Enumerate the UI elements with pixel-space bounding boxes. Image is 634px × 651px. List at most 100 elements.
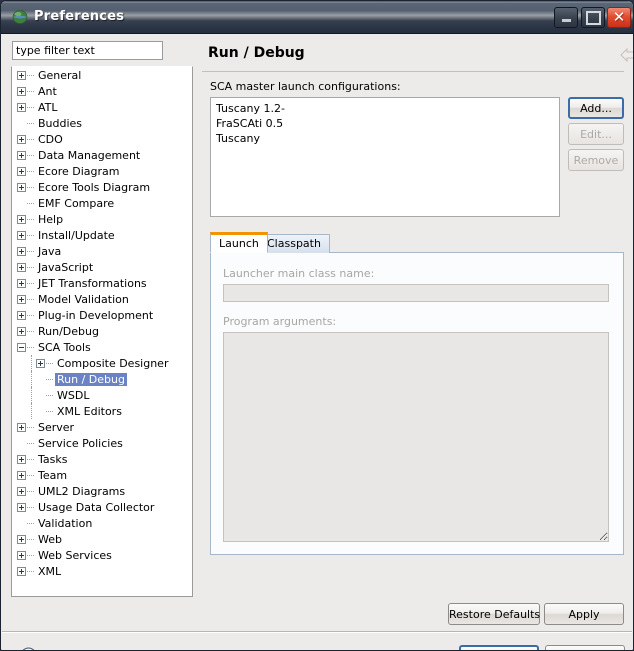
expand-plus-icon[interactable]: [17, 166, 26, 176]
launcher-main-class-input: [223, 284, 609, 302]
question-mark-icon[interactable]: ?: [20, 647, 37, 650]
dialog-body: General Ant ATL Buddies CDO Data Management Ec…: [2, 35, 633, 650]
tree-item-usage-data-collector[interactable]: Usage Data Collector: [12, 499, 192, 515]
eclipse-globe-icon: [12, 9, 28, 25]
expand-plus-icon[interactable]: [17, 134, 26, 144]
tree-item-data-management[interactable]: Data Management: [12, 147, 192, 163]
expand-plus-icon[interactable]: [17, 70, 26, 80]
list-item[interactable]: FraSCAti 0.5: [211, 116, 559, 131]
tree-item-composite-designer[interactable]: Composite Designer: [12, 355, 192, 371]
cancel-button[interactable]: Cancel: [545, 645, 625, 650]
tree-item-javascript[interactable]: JavaScript: [12, 259, 192, 275]
tree-connector: [27, 490, 34, 492]
expand-plus-icon[interactable]: [17, 230, 26, 240]
tree-scroll-area[interactable]: General Ant ATL Buddies CDO Data Management Ec…: [12, 67, 192, 596]
expand-plus-icon[interactable]: [17, 470, 26, 480]
expand-plus-icon[interactable]: [17, 486, 26, 496]
minimize-icon: [555, 8, 577, 27]
tree-item-server[interactable]: Server: [12, 419, 192, 435]
tree-connector: [27, 218, 34, 220]
tree-item-label: Ecore Tools Diagram: [38, 180, 151, 194]
tree-item-ant[interactable]: Ant: [12, 83, 192, 99]
title-bar[interactable]: Preferences ✕: [1, 1, 633, 34]
filter-input[interactable]: [12, 41, 163, 60]
tree-item-service-policies[interactable]: Service Policies: [12, 435, 192, 451]
list-item[interactable]: Tuscany: [211, 131, 559, 146]
tree-item-label: XML: [38, 564, 62, 578]
expand-plus-icon[interactable]: [17, 102, 26, 112]
maximize-button[interactable]: [581, 7, 605, 28]
tree-item-jet-transformations[interactable]: JET Transformations: [12, 275, 192, 291]
tree-item-run-debug[interactable]: Run/Debug: [12, 323, 192, 339]
tree-connector: [27, 554, 34, 556]
expand-plus-icon[interactable]: [17, 422, 26, 432]
expand-plus-icon[interactable]: [17, 502, 26, 512]
tree-item-model-validation[interactable]: Model Validation: [12, 291, 192, 307]
tab-classpath[interactable]: Classpath: [258, 234, 330, 253]
expand-plus-icon[interactable]: [17, 150, 26, 160]
expand-plus-icon[interactable]: [17, 566, 26, 576]
expand-plus-icon[interactable]: [17, 534, 26, 544]
launcher-main-class-label: Launcher main class name:: [223, 267, 375, 280]
tree-item-cdo[interactable]: CDO: [12, 131, 192, 147]
expand-plus-icon[interactable]: [17, 214, 26, 224]
tree-connector: [27, 442, 34, 444]
tree-item-validation[interactable]: Validation: [12, 515, 192, 531]
tree-item-ecore-tools-diagram[interactable]: Ecore Tools Diagram: [12, 179, 192, 195]
tree-item-emf-compare[interactable]: EMF Compare: [12, 195, 192, 211]
expand-plus-icon[interactable]: [17, 294, 26, 304]
section-label: SCA master launch configurations:: [210, 80, 401, 93]
tree-item-general[interactable]: General: [12, 67, 192, 83]
tree-item-java[interactable]: Java: [12, 243, 192, 259]
tree-item-sca-tools[interactable]: SCA Tools: [12, 339, 192, 355]
title-bar-highlight: [2, 2, 632, 3]
tree-connector: [46, 394, 53, 396]
add-button[interactable]: Add...: [568, 97, 624, 119]
tree-item-label: XML Editors: [57, 404, 122, 418]
restore-defaults-button[interactable]: Restore Defaults: [448, 603, 540, 625]
apply-button[interactable]: Apply: [544, 603, 624, 625]
list-item[interactable]: Tuscany 1.2-: [211, 101, 559, 116]
tree-guide-line: [31, 355, 32, 371]
collapse-minus-icon[interactable]: [17, 342, 26, 352]
tree-item-wsdl[interactable]: WSDL: [12, 387, 192, 403]
preferences-tree[interactable]: General Ant ATL Buddies CDO Data Management Ec…: [11, 66, 193, 597]
minimize-button[interactable]: [554, 7, 578, 28]
tree-item-ecore-diagram[interactable]: Ecore Diagram: [12, 163, 192, 179]
tree-item-help[interactable]: Help: [12, 211, 192, 227]
tree-item-buddies[interactable]: Buddies: [12, 115, 192, 131]
arrow-left-icon[interactable]: [620, 47, 633, 63]
tree-item-tasks[interactable]: Tasks: [12, 451, 192, 467]
tree-item-label: Ecore Diagram: [38, 164, 120, 178]
tree-connector: [46, 410, 53, 412]
tree-connector: [27, 90, 34, 92]
expand-plus-icon[interactable]: [17, 550, 26, 560]
tree-item-atl[interactable]: ATL: [12, 99, 192, 115]
tree-item-install-update[interactable]: Install/Update: [12, 227, 192, 243]
expand-plus-icon[interactable]: [17, 454, 26, 464]
tree-item-plug-in-development[interactable]: Plug-in Development: [12, 307, 192, 323]
tab-launch[interactable]: Launch: [210, 232, 268, 253]
tree-item-web[interactable]: Web: [12, 531, 192, 547]
expand-plus-icon[interactable]: [17, 86, 26, 96]
tree-item-web-services[interactable]: Web Services: [12, 547, 192, 563]
expand-plus-icon[interactable]: [17, 310, 26, 320]
tree-item-uml2-diagrams[interactable]: UML2 Diagrams: [12, 483, 192, 499]
launch-configurations-list[interactable]: Tuscany 1.2- FraSCAti 0.5 Tuscany: [210, 97, 560, 217]
expand-plus-icon[interactable]: [17, 182, 26, 192]
tree-guide-line: [31, 403, 32, 419]
tree-connector: [46, 378, 53, 380]
tree-item-xml[interactable]: XML: [12, 563, 192, 579]
tree-item-team[interactable]: Team: [12, 467, 192, 483]
tree-item-run-debug[interactable]: Run / Debug: [12, 371, 192, 387]
expand-plus-icon[interactable]: [17, 278, 26, 288]
tree-item-label: Web Services: [38, 548, 112, 562]
expand-plus-icon[interactable]: [17, 326, 26, 336]
tree-item-xml-editors[interactable]: XML Editors: [12, 403, 192, 419]
close-button[interactable]: ✕: [607, 7, 631, 28]
expand-plus-icon[interactable]: [17, 262, 26, 272]
ok-button[interactable]: OK: [459, 645, 539, 650]
expand-plus-icon[interactable]: [17, 246, 26, 256]
expand-plus-icon[interactable]: [36, 358, 45, 368]
